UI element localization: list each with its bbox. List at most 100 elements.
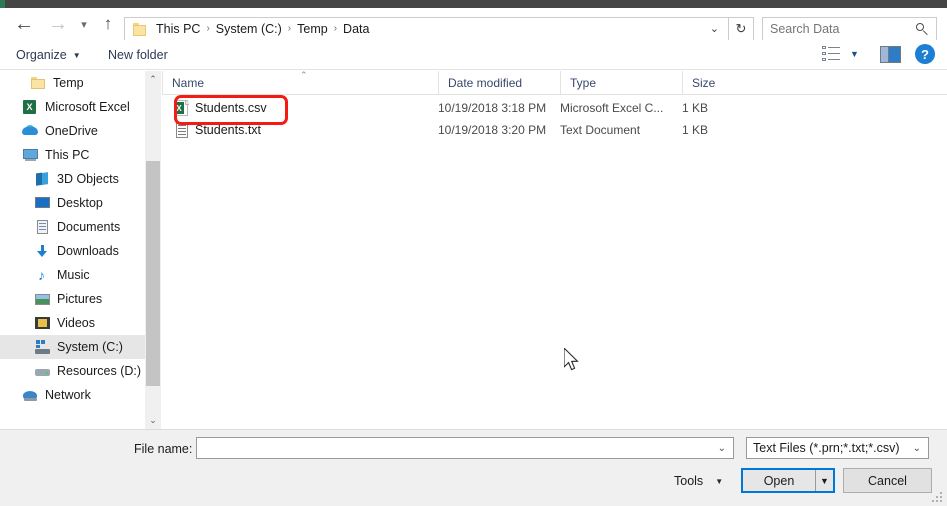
sidebar-item-label: Documents [57,220,121,234]
sidebar-item-microsoft-excel[interactable]: X Microsoft Excel [0,95,145,119]
mouse-cursor [564,348,579,371]
this-pc-icon [22,147,39,163]
sidebar-item-label: Desktop [57,196,103,210]
chevron-down-icon[interactable]: ⌄ [913,443,921,454]
file-date-modified: 10/19/2018 3:18 PM [438,101,547,115]
breadcrumb-item-2[interactable]: Temp [292,18,333,40]
new-folder-button[interactable]: New folder [108,40,168,70]
file-type: Text Document [560,123,641,137]
scroll-up-icon[interactable]: ⌃ [145,71,161,88]
title-bar [0,0,947,8]
file-list[interactable]: ⌃ Name Date modified Type Size X Students.cs… [162,70,947,429]
breadcrumb-item-3[interactable]: Data [338,18,374,40]
sidebar-item-network[interactable]: Network [0,383,145,407]
folder-icon [133,22,148,36]
documents-icon [34,219,51,235]
sidebar-item-label: Resources (D:) [57,364,142,378]
sidebar-item-label: Videos [57,316,95,330]
file-name-label: File name: [134,442,193,456]
up-arrow-icon[interactable]: ↑ [96,8,120,40]
chevron-down-icon: ▼ [715,476,724,486]
sidebar-scrollbar[interactable]: ⌃ ⌄ [145,71,161,429]
tools-button[interactable]: Tools ▼ [674,469,723,493]
sidebar-item-label: System (C:) [57,340,123,354]
back-icon[interactable]: ← [10,8,38,40]
search-box[interactable] [762,17,937,41]
navigation-sidebar[interactable]: Temp X Microsoft Excel OneDrive This PC 3D Ob… [0,71,145,429]
new-folder-label: New folder [108,48,168,62]
sidebar-item-onedrive[interactable]: OneDrive [0,119,145,143]
column-header-type[interactable]: Type [560,71,682,95]
sidebar-item-videos[interactable]: Videos [0,311,145,335]
breadcrumb-item-0[interactable]: This PC [151,18,205,40]
file-size: 1 KB [682,123,709,137]
chevron-down-icon: ▼ [72,50,81,60]
sidebar-item-label: Network [45,388,91,402]
sidebar-item-temp[interactable]: Temp [0,71,145,95]
sidebar-item-desktop[interactable]: Desktop [0,191,145,215]
column-headers: ⌃ Name Date modified Type Size [162,70,947,95]
sidebar-item-label: This PC [45,148,90,162]
sidebar-item-documents[interactable]: Documents [0,215,145,239]
sidebar-item-label: Pictures [57,292,103,306]
downloads-icon [34,243,51,259]
cancel-button[interactable]: Cancel [843,468,932,493]
search-icon[interactable] [916,22,929,36]
forward-icon[interactable]: → [44,8,72,40]
sidebar-item-resources-d[interactable]: Resources (D:) [0,359,145,383]
help-icon[interactable]: ? [915,44,935,64]
sidebar-item-label: Microsoft Excel [45,100,130,114]
videos-icon [34,315,51,331]
tools-label: Tools [674,474,704,488]
pictures-icon [34,291,51,307]
file-type: Microsoft Excel C... [560,101,664,115]
open-split-chevron-down-icon[interactable]: ▼ [815,470,833,491]
scrollbar-thumb[interactable] [146,161,160,386]
column-header-date-modified[interactable]: Date modified [438,71,560,95]
scroll-down-icon[interactable]: ⌄ [145,412,161,429]
sidebar-item-label: Downloads [57,244,119,258]
system-drive-icon [34,339,51,355]
organize-label: Organize [16,48,67,62]
list-view-icon[interactable] [822,46,844,64]
3d-objects-icon [34,171,51,187]
network-icon [22,387,39,403]
sidebar-item-downloads[interactable]: Downloads [0,239,145,263]
column-header-size[interactable]: Size [682,71,762,95]
preview-pane-icon[interactable] [880,46,901,63]
view-chevron-down-icon[interactable]: ▼ [850,49,859,59]
file-type-combo[interactable]: Text Files (*.prn;*.txt;*.csv) ⌄ [746,437,929,459]
organize-button[interactable]: Organize ▼ [16,40,81,70]
sidebar-item-music[interactable]: ♪ Music [0,263,145,287]
sidebar-item-system-c[interactable]: System (C:) [0,335,145,359]
sidebar-item-pictures[interactable]: Pictures [0,287,145,311]
file-name-input[interactable] [197,439,705,457]
refresh-icon[interactable]: ↻ [729,17,754,41]
address-bar[interactable]: This PC › System (C:) › Temp › Data ⌄ [124,17,729,41]
command-bar: Organize ▼ New folder ▼ ? [0,40,947,70]
column-header-name[interactable]: Name [162,71,438,95]
open-label: Open [763,473,795,488]
folder-icon [30,75,47,91]
sidebar-item-label: Temp [53,76,84,90]
file-type-value: Text Files (*.prn;*.txt;*.csv) [753,441,900,455]
cancel-label: Cancel [868,473,907,488]
recent-locations-chevron-down-icon[interactable]: ▾ [74,8,94,40]
open-button[interactable]: Open ▼ [741,468,835,493]
breadcrumb-item-1[interactable]: System (C:) [211,18,287,40]
resize-grip[interactable] [932,492,943,503]
sidebar-item-label: 3D Objects [57,172,119,186]
excel-icon: X [22,99,39,115]
search-input[interactable] [763,19,903,39]
music-icon: ♪ [38,267,45,283]
sidebar-item-this-pc[interactable]: This PC [0,143,145,167]
chevron-down-icon[interactable]: ⌄ [718,443,726,454]
file-size: 1 KB [682,101,709,115]
file-name-combo[interactable]: ⌄ [196,437,734,459]
drive-icon [34,363,51,379]
sidebar-item-label: OneDrive [45,124,98,138]
address-chevron-down-icon[interactable]: ⌄ [701,18,728,40]
onedrive-icon [22,123,39,139]
sidebar-item-3d-objects[interactable]: 3D Objects [0,167,145,191]
sidebar-item-label: Music [57,268,90,282]
